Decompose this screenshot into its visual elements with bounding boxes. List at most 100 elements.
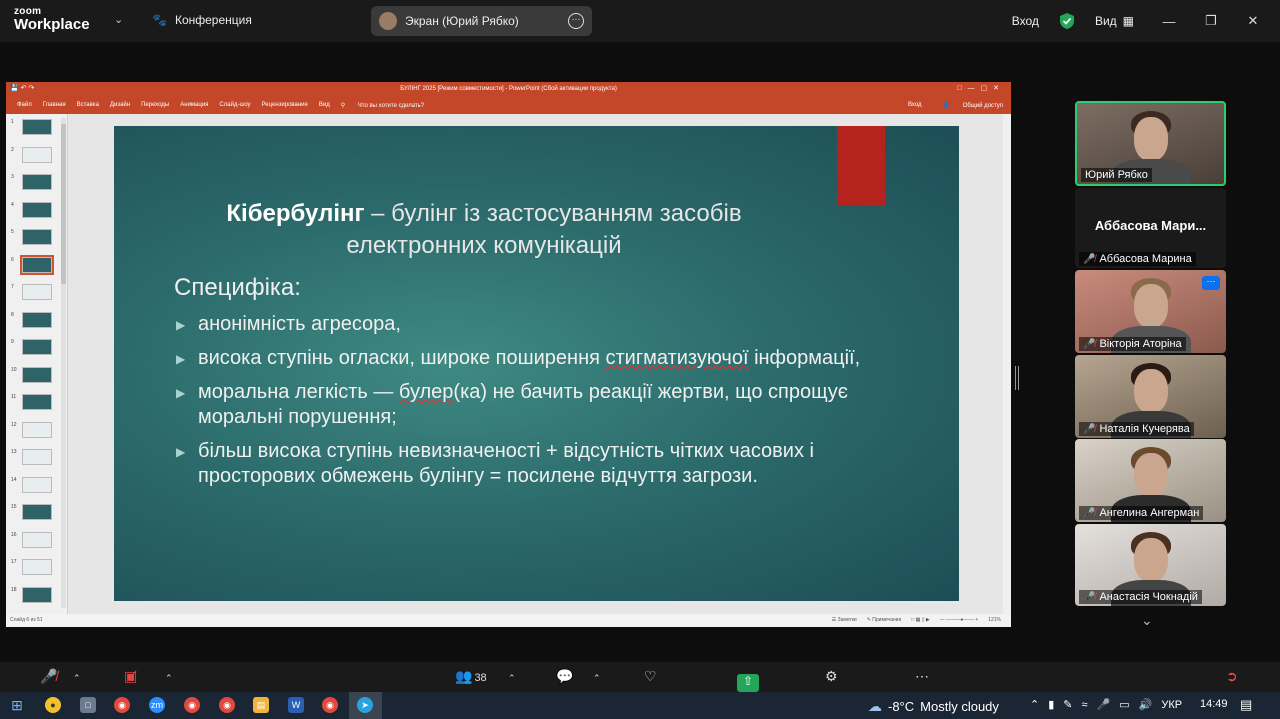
- more-options-icon[interactable]: ⋯: [1202, 276, 1220, 290]
- tray-chevron-icon[interactable]: ⌃: [1030, 698, 1039, 711]
- chevron-down-icon[interactable]: ⌄: [114, 13, 123, 26]
- slide-thumbnail[interactable]: 16: [10, 531, 62, 551]
- chat-icon[interactable]: 💬: [556, 668, 573, 685]
- security-shield[interactable]: [1059, 12, 1075, 30]
- slide-thumbnail[interactable]: 5: [10, 228, 62, 248]
- slide-thumbnail[interactable]: 7: [10, 283, 62, 303]
- slide-thumbnail[interactable]: 8: [10, 311, 62, 331]
- slide-thumbnail[interactable]: 9: [10, 338, 62, 358]
- leave-meeting-icon[interactable]: ➲: [1226, 668, 1238, 685]
- top-right-controls: Вход Вид ▦ — ❐ ✕: [1012, 0, 1280, 42]
- ppt-window-controls[interactable]: □—▢✕: [957, 82, 1005, 96]
- audio-options-chevron-icon[interactable]: ⌃: [73, 668, 81, 684]
- zoom-taskbar-icon[interactable]: zm: [149, 697, 165, 713]
- panel-splitter[interactable]: [1015, 366, 1019, 390]
- conference-info[interactable]: 🐾 Конференция: [152, 13, 252, 27]
- participant-tile[interactable]: 🎤̸ Ангелина Ангерман: [1075, 439, 1226, 522]
- word-icon[interactable]: W: [288, 697, 304, 713]
- notes-button[interactable]: ☰ Заметки: [832, 614, 857, 627]
- participant-tile[interactable]: Юрий Рябко: [1075, 101, 1226, 186]
- slide-thumbnail[interactable]: 17: [10, 558, 62, 578]
- reactions-heart-icon[interactable]: ♡: [644, 668, 657, 685]
- participant-tile[interactable]: Аббасова Мари... 🎤̸ Аббасова Марина: [1075, 188, 1226, 268]
- slide-thumbnail[interactable]: 14: [10, 476, 62, 496]
- slide-thumbnail[interactable]: 13: [10, 448, 62, 468]
- tab-view[interactable]: Вид: [319, 102, 330, 108]
- tab-home[interactable]: Главная: [43, 102, 66, 108]
- slide-thumbnail[interactable]: 15: [10, 503, 62, 523]
- volume-icon[interactable]: 🔊: [1139, 698, 1153, 711]
- screen-share-indicator[interactable]: Экран (Юрий Рябко) ⋯: [371, 6, 592, 36]
- display-icon[interactable]: ▭: [1119, 698, 1129, 711]
- battery-icon[interactable]: ▮: [1048, 698, 1054, 711]
- tab-review[interactable]: Рецензирование: [262, 102, 308, 108]
- slide-thumbnail[interactable]: 12: [10, 421, 62, 441]
- wifi-icon[interactable]: ≈: [1082, 699, 1088, 711]
- notifications-icon[interactable]: ▤: [1240, 697, 1252, 713]
- app-icon-yellow[interactable]: ●: [45, 697, 61, 713]
- apps-icon[interactable]: ⚙: [825, 668, 838, 685]
- more-icon[interactable]: ⋯: [915, 668, 929, 685]
- view-icons[interactable]: □ ▦ ▯ ▶: [911, 614, 930, 627]
- slide-thumbnail[interactable]: 11: [10, 393, 62, 413]
- weather-widget[interactable]: ☁ -8°C Mostly cloudy: [868, 698, 999, 715]
- video-off-icon[interactable]: ▣̸: [124, 668, 137, 685]
- participant-tile[interactable]: 🎤̸ Наталія Кучерява: [1075, 355, 1226, 438]
- chrome-icon[interactable]: ◉: [219, 697, 235, 713]
- language-indicator[interactable]: УКР: [1161, 699, 1182, 711]
- participants-chevron-icon[interactable]: ⌃: [508, 668, 516, 684]
- comments-button[interactable]: ✎ Примечания: [867, 614, 901, 627]
- tab-slideshow[interactable]: Слайд-шоу: [219, 102, 250, 108]
- slide-thumbnail-number: 12: [11, 421, 17, 428]
- gallery-scroll-down-icon[interactable]: ⌄: [1141, 612, 1153, 629]
- enter-label: Вход: [1011, 14, 1039, 28]
- slide-thumbnail[interactable]: 3: [10, 173, 62, 193]
- folder-icon[interactable]: ▤: [253, 697, 269, 713]
- tab-transitions[interactable]: Переходы: [141, 102, 169, 108]
- zoom-logo[interactable]: zoom Workplace: [14, 7, 90, 33]
- tell-me-search[interactable]: ⚲ Что вы хотите сделать?: [341, 102, 424, 109]
- windows-start-icon[interactable]: ⊞: [9, 697, 25, 713]
- comments-label: Примечания: [872, 617, 902, 623]
- mic-muted-icon[interactable]: 🎤̸: [40, 668, 57, 685]
- slide-thumbnail[interactable]: 2: [10, 146, 62, 166]
- quick-access-icons[interactable]: 💾 ↶ ↷: [10, 82, 34, 96]
- video-options-chevron-icon[interactable]: ⌃: [165, 668, 173, 684]
- restore-icon[interactable]: ❐: [1196, 13, 1226, 29]
- slide-thumbnail[interactable]: 10: [10, 366, 62, 386]
- participant-tile[interactable]: ⋯ 🎤̸ Вікторія Аторіна: [1075, 270, 1226, 353]
- ppt-sign-in[interactable]: Вход: [908, 102, 922, 109]
- tab-insert[interactable]: Вставка: [77, 102, 99, 108]
- slide-thumbnail[interactable]: 1: [10, 118, 62, 138]
- enter-button[interactable]: Вход: [1012, 14, 1039, 28]
- tab-design[interactable]: Дизайн: [110, 102, 130, 108]
- microphone-icon[interactable]: 🎤: [1097, 698, 1111, 711]
- tab-animation[interactable]: Анимация: [180, 102, 208, 108]
- slide-thumbnail[interactable]: 6: [10, 254, 62, 276]
- file-icon[interactable]: □: [80, 697, 96, 713]
- ppt-share[interactable]: 👤 Общий доступ: [943, 102, 1003, 109]
- chrome-icon[interactable]: ◉: [114, 697, 130, 713]
- chrome-icon[interactable]: ◉: [322, 697, 338, 713]
- view-button[interactable]: Вид ▦: [1095, 14, 1134, 28]
- zoom-slider[interactable]: — ────●─── +: [940, 614, 979, 627]
- participant-face: [1133, 369, 1168, 413]
- temperature: -8°C: [888, 699, 915, 714]
- share-screen-icon[interactable]: ⇧: [737, 674, 759, 692]
- close-icon[interactable]: ✕: [1238, 13, 1268, 29]
- participants-button[interactable]: 👥 38: [455, 668, 487, 685]
- participant-tile[interactable]: 🎤̸ Анастасія Чокнадій: [1075, 524, 1226, 606]
- slide-thumbnail[interactable]: 18: [10, 586, 62, 606]
- pen-icon[interactable]: ✎: [1063, 698, 1072, 711]
- chrome-icon[interactable]: ◉: [184, 697, 200, 713]
- editor-scrollbar[interactable]: [1003, 114, 1011, 614]
- more-icon[interactable]: ⋯: [568, 13, 584, 29]
- chat-chevron-icon[interactable]: ⌃: [593, 668, 601, 684]
- tab-file[interactable]: Файл: [17, 102, 32, 108]
- zoom-level[interactable]: 121%: [988, 614, 1001, 627]
- slide-thumbnail[interactable]: 4: [10, 201, 62, 221]
- slide-thumbnail-image: [22, 174, 52, 190]
- minimize-icon[interactable]: —: [1154, 14, 1184, 29]
- telegram-icon[interactable]: ➤: [357, 697, 373, 713]
- clock[interactable]: 14:49: [1200, 698, 1228, 710]
